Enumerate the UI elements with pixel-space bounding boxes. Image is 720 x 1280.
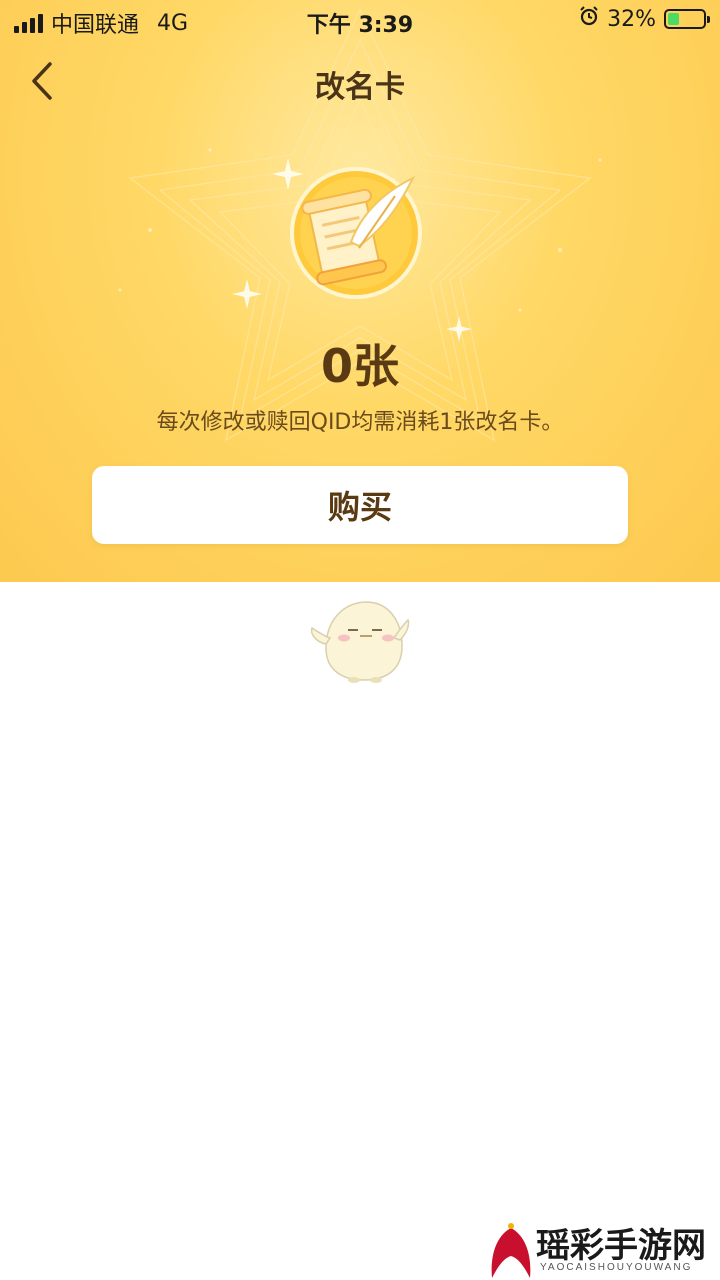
battery-level	[668, 13, 679, 25]
card-count: 0张	[320, 339, 399, 393]
buy-button[interactable]: 购买	[92, 466, 628, 544]
sparkle-icon	[232, 279, 262, 313]
watermark: 瑶彩手游网 YAOCAISHOUYOUWANG	[488, 1218, 720, 1280]
mascot-illustration	[306, 598, 414, 684]
page-title: 改名卡	[315, 70, 405, 105]
battery-icon	[664, 9, 710, 29]
watermark-text: 瑶彩手游网	[536, 1226, 706, 1266]
nav-bar: 改名卡	[0, 48, 720, 114]
scroll-quill-icon	[289, 166, 423, 300]
alarm-icon	[579, 6, 599, 32]
status-bar: 中国联通 4G 下午 3:39 32%	[0, 0, 720, 40]
battery-percent: 32%	[607, 6, 656, 32]
watermark-subtext: YAOCAISHOUYOUWANG	[540, 1262, 693, 1273]
watermark-logo-icon	[491, 1223, 531, 1278]
card-description: 每次修改或赎回QID均需消耗1张改名卡。	[156, 410, 564, 435]
